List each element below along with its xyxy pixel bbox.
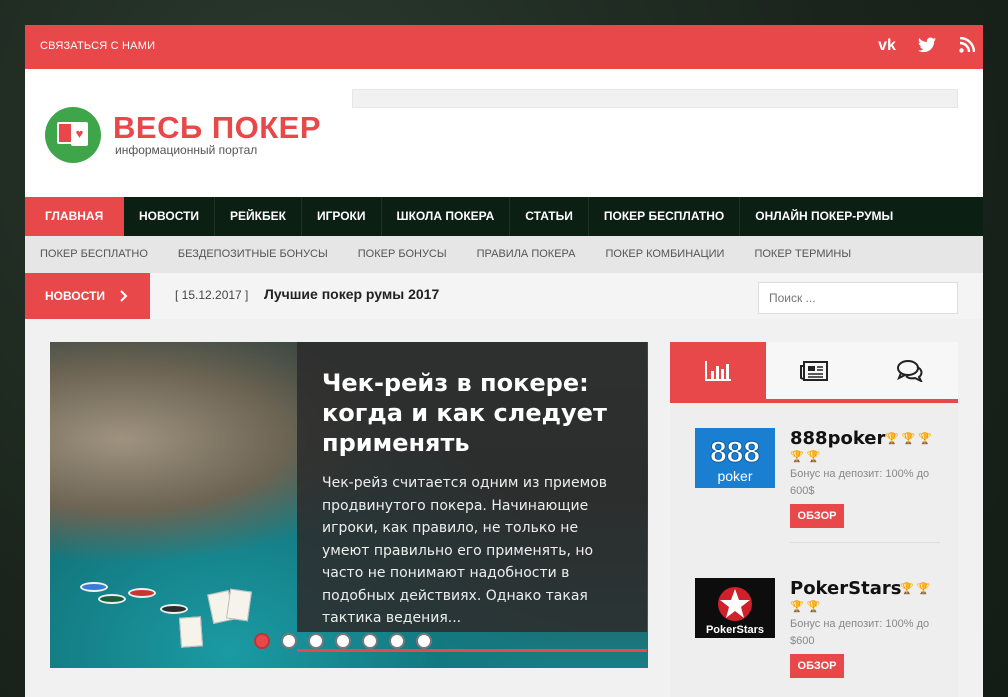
main-content: Чек-рейз в покере: когда и как следует п…	[25, 319, 983, 697]
poker-room-card: PokerStars PokerStars 🏆🏆 🏆🏆 Бонус на депо…	[695, 578, 935, 697]
top-bar: Связаться с нами vk	[25, 25, 983, 69]
slider-dot[interactable]	[281, 633, 297, 649]
divider	[790, 542, 940, 543]
svg-text:PokerStars: PokerStars	[706, 624, 764, 636]
site-logo[interactable]: ♥ ВЕСЬ ПОКЕР информационный портал	[45, 107, 321, 163]
main-nav: Главная Новости Рейкбек Игроки Школа пок…	[25, 197, 983, 236]
ticker-headline[interactable]: Лучшие покер румы 2017	[264, 286, 439, 302]
sidebar-widget: 888 poker 888poker 🏆🏆🏆 🏆🏆 Бонус на депози…	[670, 342, 958, 697]
site-header: ♥ ВЕСЬ ПОКЕР информационный портал	[25, 69, 983, 197]
slide-excerpt: Чек-рейз считается одним из приемов прод…	[322, 475, 607, 626]
nav-item-poker-school[interactable]: Школа покера	[382, 197, 511, 236]
svg-text:888: 888	[710, 436, 760, 469]
comments-icon	[897, 359, 923, 382]
newspaper-icon	[800, 360, 828, 381]
slider-dot[interactable]	[335, 633, 351, 649]
svg-text:poker: poker	[717, 468, 752, 484]
twitter-icon[interactable]	[917, 37, 937, 58]
nav-item-free-poker[interactable]: Покер бесплатно	[589, 197, 741, 236]
sidebar-tabs	[670, 342, 958, 403]
subnav-item-poker-bonuses[interactable]: Покер бонусы	[343, 236, 462, 273]
slider-dot[interactable]	[416, 633, 432, 649]
poker-room-card: 888 poker 888poker 🏆🏆🏆 🏆🏆 Бонус на депози…	[695, 428, 940, 548]
slider-pagination	[254, 633, 432, 649]
vk-icon[interactable]: vk	[877, 37, 897, 58]
trophy-rating: 🏆🏆 🏆🏆	[790, 583, 934, 613]
nav-item-articles[interactable]: Статьи	[510, 197, 589, 236]
logo-subtitle: информационный портал	[115, 143, 258, 157]
review-button[interactable]: Обзор	[790, 504, 844, 528]
slider-dot[interactable]	[389, 633, 405, 649]
search-input[interactable]	[758, 282, 958, 314]
room-logo-888[interactable]: 888 poker	[695, 428, 775, 488]
subnav-item-poker-terms[interactable]: Покер термины	[739, 236, 866, 273]
ticker-date: [ 15.12.2017 ]	[175, 288, 249, 302]
bar-chart-icon	[705, 360, 731, 381]
trophy-rating: 🏆🏆🏆 🏆🏆	[790, 433, 936, 463]
slider-dot[interactable]	[362, 633, 378, 649]
slide-caption: Чек-рейз в покере: когда и как следует п…	[297, 342, 647, 632]
room-bonus: Бонус на депозит: 100% до $600	[790, 618, 930, 647]
slider-dot[interactable]	[308, 633, 324, 649]
nav-item-home[interactable]: Главная	[25, 197, 124, 236]
featured-slider[interactable]: Чек-рейз в покере: когда и как следует п…	[50, 342, 648, 668]
subnav-item-no-deposit-bonuses[interactable]: Бездепозитные бонусы	[163, 236, 343, 273]
tab-comments[interactable]	[862, 342, 958, 399]
ticker-label: Новости	[25, 273, 150, 319]
page-wrapper: Связаться с нами vk ♥ ВЕСЬ ПОКЕР информа…	[25, 25, 983, 697]
header-banner	[352, 89, 958, 108]
ticker-label-text: Новости	[45, 289, 106, 303]
slide-accent-bar	[297, 649, 647, 652]
logo-title: ВЕСЬ ПОКЕР	[113, 110, 322, 145]
social-links: vk	[877, 36, 977, 58]
contact-link[interactable]: Связаться с нами	[40, 40, 155, 52]
tab-news[interactable]	[766, 342, 862, 399]
subnav-item-poker-rules[interactable]: Правила покера	[462, 236, 591, 273]
news-ticker: Новости [ 15.12.2017 ] Лучшие покер румы…	[25, 273, 983, 319]
nav-item-online-rooms[interactable]: Онлайн покер-румы	[740, 197, 908, 236]
slide-title[interactable]: Чек-рейз в покере: когда и как следует п…	[322, 368, 622, 458]
nav-item-players[interactable]: Игроки	[302, 197, 382, 236]
nav-item-news[interactable]: Новости	[124, 197, 216, 236]
review-button[interactable]: Обзор	[790, 654, 844, 678]
sub-nav: Покер бесплатно Бездепозитные бонусы Пок…	[25, 236, 983, 273]
room-logo-pokerstars[interactable]: PokerStars	[695, 578, 775, 638]
subnav-item-free-poker[interactable]: Покер бесплатно	[25, 236, 163, 273]
slider-dot[interactable]	[254, 633, 270, 649]
rss-icon[interactable]	[957, 36, 977, 58]
nav-item-rakeback[interactable]: Рейкбек	[215, 197, 302, 236]
subnav-item-poker-combinations[interactable]: Покер комбинации	[590, 236, 739, 273]
tab-stats[interactable]	[670, 342, 766, 399]
room-bonus: Бонус на депозит: 100% до 600$	[790, 468, 930, 497]
logo-cards-icon: ♥	[45, 107, 101, 163]
